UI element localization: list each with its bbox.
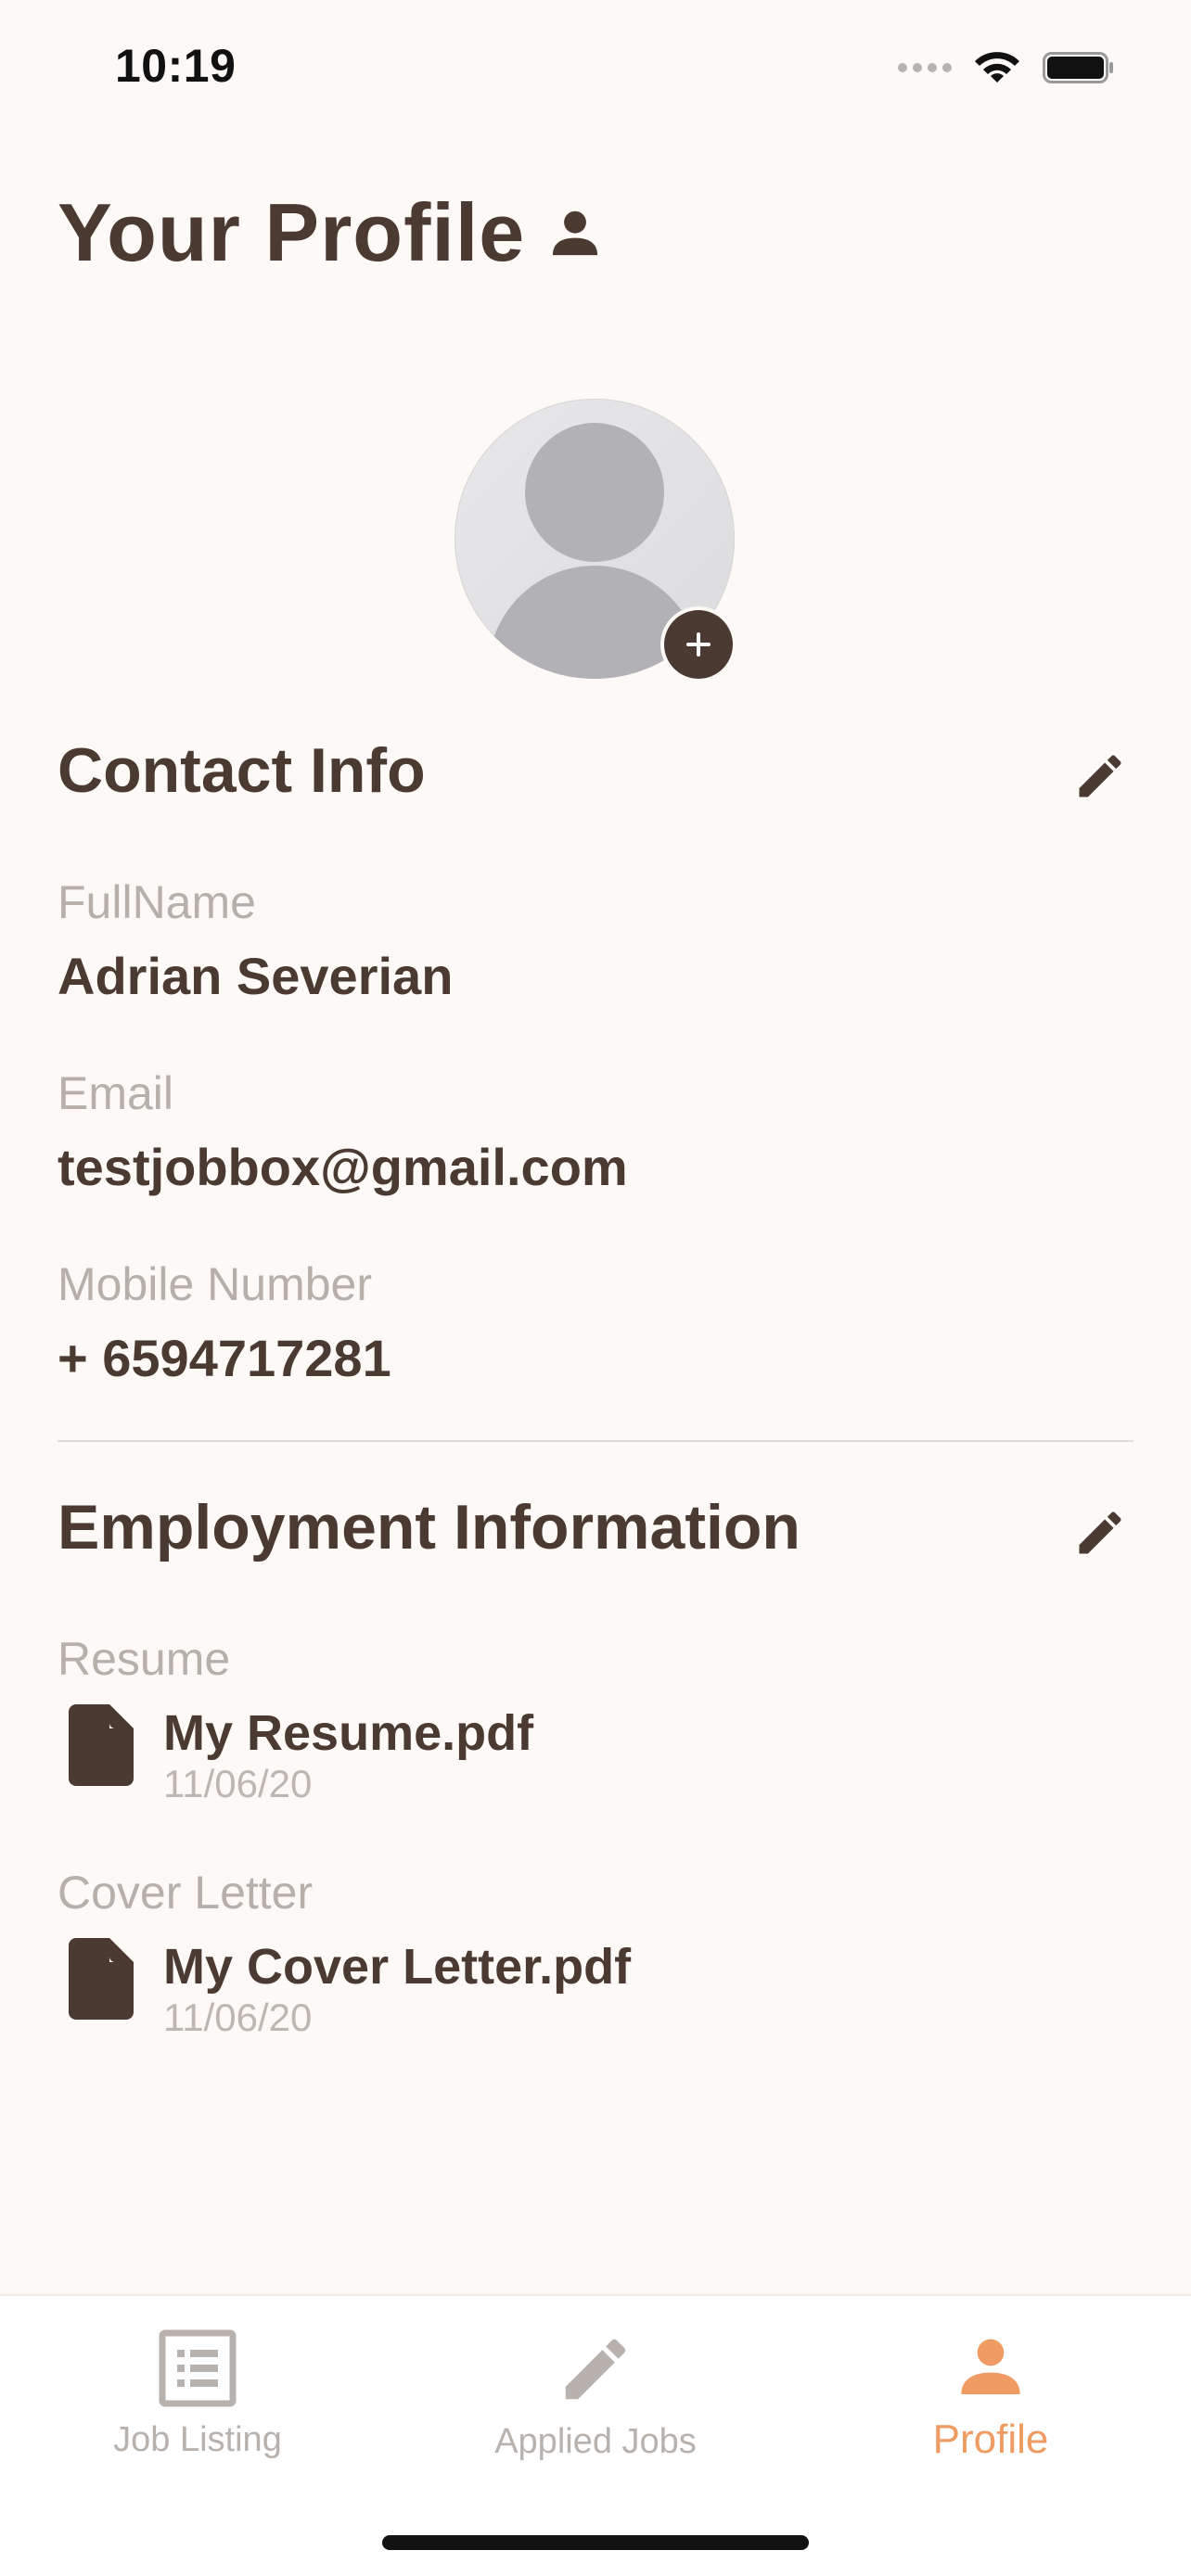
cover-letter-label: Cover Letter (58, 1867, 314, 1919)
email-value: testjobbox@gmail.com (58, 1138, 628, 1196)
tab-profile-label: Profile (932, 2417, 1049, 2462)
cover-letter-file-name: My Cover Letter.pdf (163, 1939, 632, 1995)
resume-file[interactable]: My Resume.pdf 11/06/20 (69, 1704, 533, 1806)
list-icon (159, 2329, 237, 2407)
document-icon (69, 1704, 134, 1786)
pencil-icon (565, 2339, 626, 2400)
tab-applied-jobs[interactable]: Applied Jobs (456, 2329, 735, 2462)
mobile-label: Mobile Number (58, 1258, 373, 1310)
profile-screen: 10:19 Your Profile Contact Info FullName… (0, 0, 1191, 2576)
person-icon (961, 2339, 1020, 2394)
status-time: 10:19 (115, 40, 237, 92)
cover-letter-file-date: 11/06/20 (163, 1996, 313, 2039)
full-name-value: Adrian Severian (58, 947, 454, 1005)
plus-icon (686, 632, 711, 657)
tab-job-listing-label: Job Listing (113, 2420, 282, 2459)
page-title: Your Profile (58, 186, 526, 278)
edit-contact-button[interactable] (1071, 747, 1129, 805)
document-icon (69, 1938, 134, 2020)
cover-letter-file[interactable]: My Cover Letter.pdf 11/06/20 (69, 1938, 631, 2040)
email-label: Email (58, 1067, 174, 1119)
avatar-placeholder-head (525, 423, 664, 562)
person-icon (553, 210, 598, 256)
battery-icon (1043, 52, 1113, 83)
employment-info-title: Employment Information (58, 1492, 800, 1562)
resume-label: Resume (58, 1633, 231, 1685)
status-icons (898, 45, 1115, 91)
resume-file-date: 11/06/20 (163, 1762, 313, 1805)
contact-info-title: Contact Info (58, 735, 426, 806)
tab-applied-jobs-label: Applied Jobs (494, 2422, 697, 2461)
cover-letter-meta: My Cover Letter.pdf 11/06/20 (163, 1938, 631, 2040)
signal-icon (898, 63, 952, 72)
add-photo-button[interactable] (664, 610, 733, 679)
home-indicator[interactable] (382, 2535, 809, 2550)
section-divider (58, 1440, 1133, 1442)
tab-bar: Job Listing Applied Jobs Profile (0, 2294, 1191, 2576)
edit-employment-button[interactable] (1071, 1504, 1129, 1562)
resume-meta: My Resume.pdf 11/06/20 (163, 1704, 533, 1806)
pencil-icon (1079, 1511, 1121, 1554)
page-header: Your Profile (58, 185, 607, 280)
resume-file-name: My Resume.pdf (163, 1705, 534, 1761)
full-name-label: FullName (58, 876, 256, 928)
mobile-value: + 6594717281 (58, 1329, 391, 1387)
tab-job-listing[interactable]: Job Listing (58, 2329, 337, 2460)
wifi-icon (975, 52, 1019, 83)
pencil-icon (1079, 755, 1121, 797)
tab-profile[interactable]: Profile (852, 2329, 1130, 2463)
